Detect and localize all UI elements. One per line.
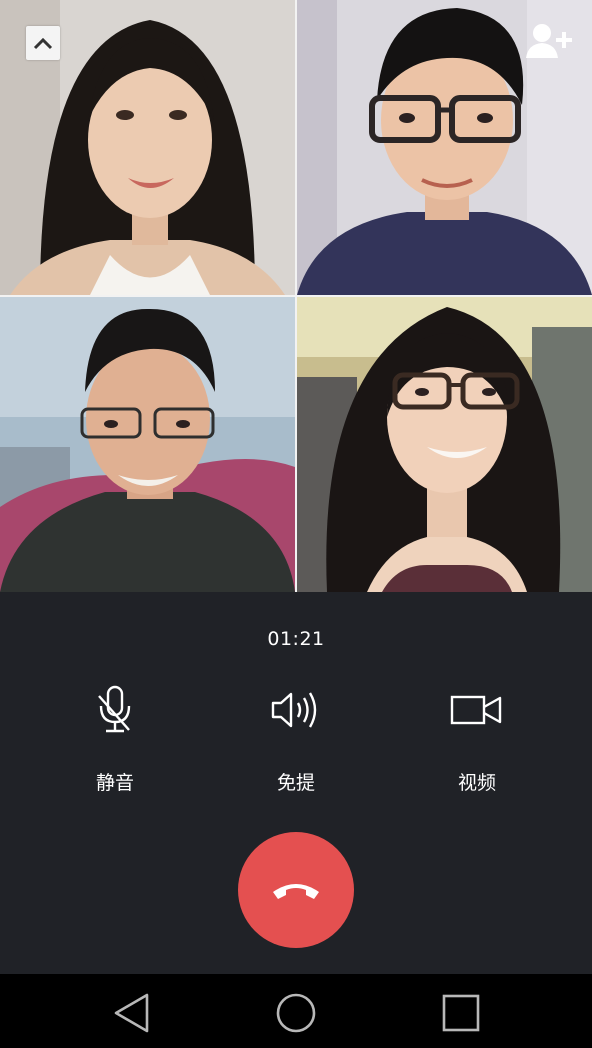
mute-label: 静音 bbox=[95, 772, 134, 794]
mute-button[interactable]: 静音 bbox=[45, 680, 185, 800]
video-label: 视频 bbox=[457, 772, 496, 794]
back-button[interactable] bbox=[110, 991, 154, 1035]
hangup-button[interactable] bbox=[238, 832, 354, 948]
video-tile-participant-3[interactable] bbox=[0, 297, 295, 592]
add-member-button[interactable] bbox=[526, 22, 574, 62]
recent-apps-button[interactable] bbox=[438, 991, 482, 1035]
participant-4-video bbox=[297, 297, 592, 592]
phone-hangup-icon bbox=[273, 884, 319, 899]
video-grid bbox=[0, 0, 592, 592]
video-button[interactable]: 视频 bbox=[407, 680, 547, 800]
triangle-back-icon bbox=[114, 993, 149, 1033]
circle-home-icon bbox=[276, 993, 316, 1033]
video-tile-participant-4[interactable] bbox=[297, 297, 592, 592]
navigation-bar bbox=[0, 974, 592, 1048]
speaker-icon bbox=[266, 680, 326, 740]
chevron-up-icon bbox=[33, 37, 53, 50]
video-call-screen: 01:21 静音 免提 视频 bbox=[0, 0, 592, 1048]
home-button[interactable] bbox=[274, 991, 318, 1035]
call-timer: 01:21 bbox=[267, 628, 325, 650]
speaker-label: 免提 bbox=[276, 772, 315, 794]
square-recent-icon bbox=[442, 994, 480, 1032]
collapse-button[interactable] bbox=[26, 26, 60, 60]
add-user-icon bbox=[526, 24, 572, 58]
video-camera-icon bbox=[447, 680, 507, 740]
participant-3-video bbox=[0, 297, 295, 592]
speaker-button[interactable]: 免提 bbox=[226, 680, 366, 800]
mic-off-icon bbox=[85, 680, 145, 740]
